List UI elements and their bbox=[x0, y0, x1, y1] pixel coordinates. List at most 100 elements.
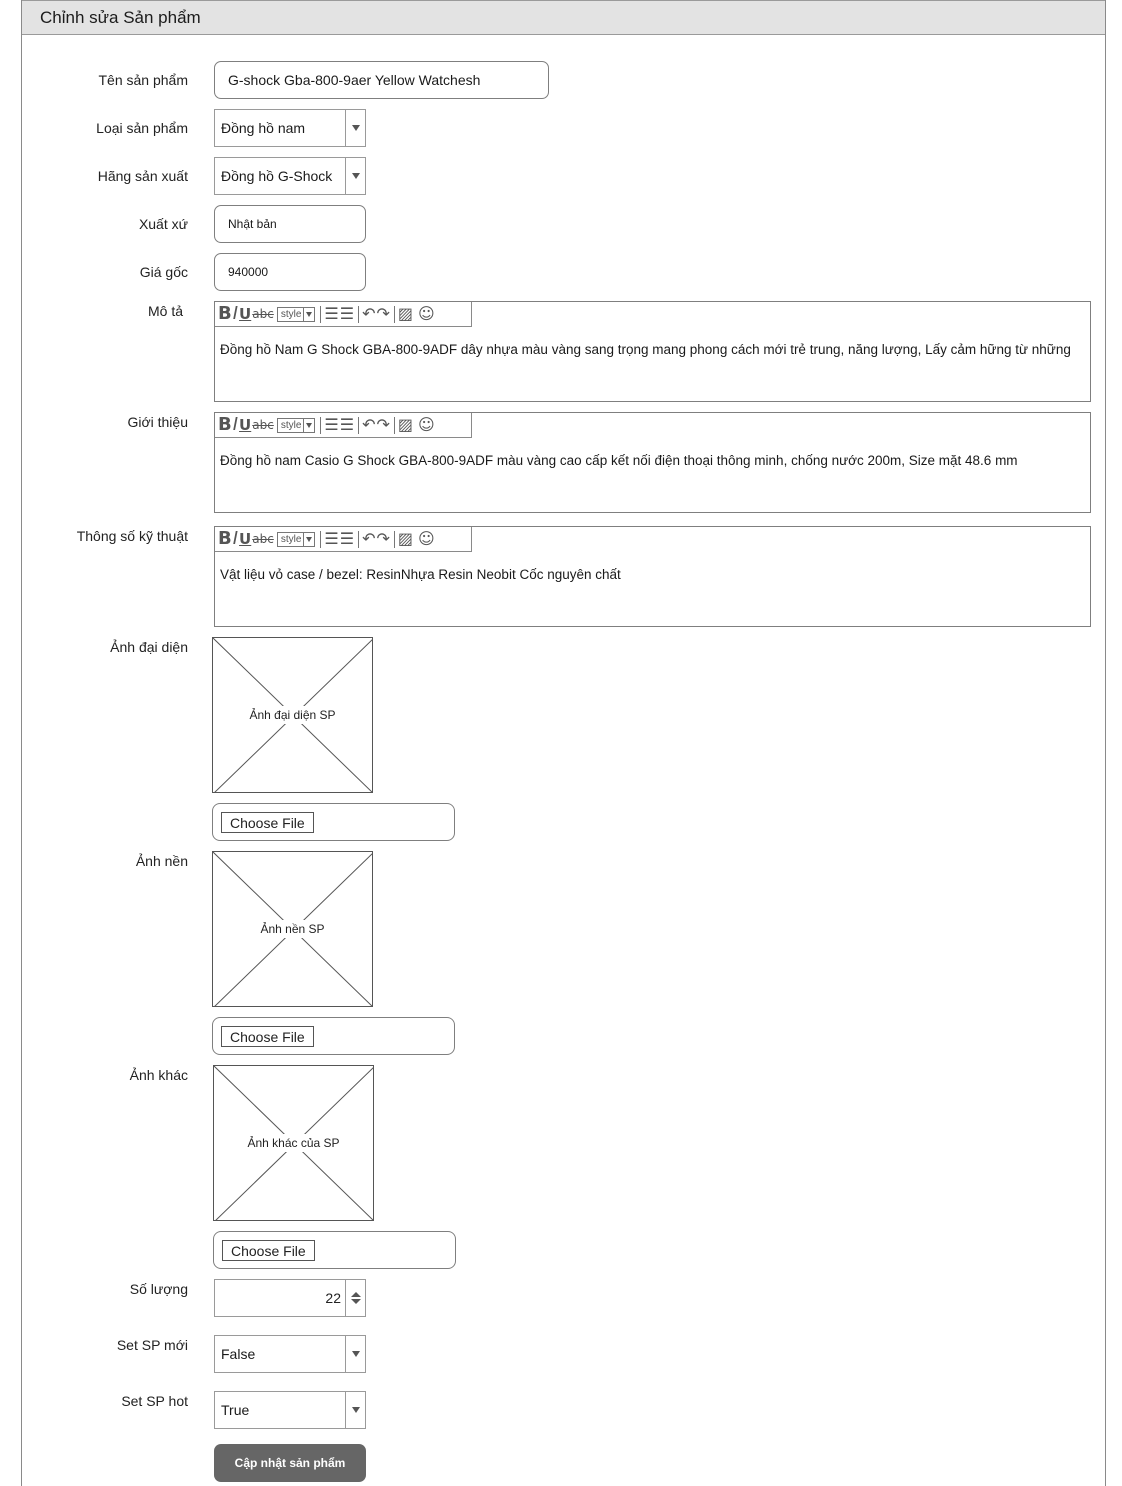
strikethrough-button[interactable]: abc bbox=[252, 533, 274, 545]
gia-goc-input[interactable]: 940000 bbox=[214, 253, 366, 291]
toolbar-separator bbox=[393, 305, 395, 323]
bullet-list-icon[interactable]: ☰ bbox=[324, 306, 338, 322]
set-sp-moi-select[interactable]: False bbox=[214, 1335, 366, 1373]
style-dropdown[interactable]: style bbox=[276, 306, 316, 322]
bullet-list-icon[interactable]: ☰ bbox=[324, 417, 338, 433]
bold-button[interactable]: B bbox=[218, 530, 232, 548]
thong-so-label: Thông số kỹ thuật bbox=[76, 528, 188, 544]
anh-dai-dien-label: Ảnh đại diện bbox=[110, 639, 188, 655]
insert-image-icon[interactable]: ▨ bbox=[398, 306, 413, 322]
italic-button[interactable]: I bbox=[233, 530, 238, 548]
xuat-xu-input[interactable]: Nhật bản bbox=[214, 205, 366, 243]
spinner-icon[interactable] bbox=[345, 1280, 365, 1316]
mo-ta-content[interactable]: Đồng hồ Nam G Shock GBA-800-9ADF dây nhự… bbox=[220, 342, 1085, 357]
set-sp-hot-label: Set SP hot bbox=[121, 1393, 188, 1409]
loai-san-pham-select[interactable]: Đồng hồ nam bbox=[214, 109, 366, 147]
ten-san-pham-input[interactable]: G-shock Gba-800-9aer Yellow Watchesh bbox=[214, 61, 549, 99]
emoji-icon[interactable]: ☺ bbox=[418, 531, 435, 547]
chevron-down-icon[interactable] bbox=[345, 1392, 365, 1428]
mo-ta-editor[interactable]: B I U abc style ☰ ☰ ↶ ↷ ▨ ☺ Đồng hồ Nam … bbox=[214, 301, 1091, 402]
gioi-thieu-content[interactable]: Đồng hồ nam Casio G Shock GBA-800-9ADF m… bbox=[220, 453, 1085, 468]
anh-dai-dien-image: Ảnh đại diện SP bbox=[212, 637, 373, 793]
style-dropdown-label: style bbox=[280, 533, 302, 545]
toolbar-separator bbox=[320, 530, 322, 548]
emoji-icon[interactable]: ☺ bbox=[418, 306, 435, 322]
emoji-icon[interactable]: ☺ bbox=[418, 417, 435, 433]
update-product-button[interactable]: Cập nhật sản phẩm bbox=[214, 1444, 366, 1482]
underline-button[interactable]: U bbox=[239, 531, 251, 547]
quantity-value[interactable]: 22 bbox=[325, 1280, 341, 1316]
set-sp-moi-label: Set SP mới bbox=[116, 1337, 188, 1353]
gioi-thieu-label: Giới thiệu bbox=[127, 414, 188, 430]
style-dropdown[interactable]: style bbox=[276, 531, 316, 547]
toolbar-separator bbox=[393, 530, 395, 548]
chevron-down-icon[interactable] bbox=[345, 110, 365, 146]
gia-goc-label: Giá gốc bbox=[139, 264, 188, 280]
chevron-down-icon bbox=[303, 307, 314, 321]
chevron-down-icon bbox=[303, 532, 314, 546]
strikethrough-button[interactable]: abc bbox=[252, 308, 274, 320]
italic-button[interactable]: I bbox=[233, 305, 238, 323]
mo-ta-label: Mô tả bbox=[147, 303, 183, 319]
editor-toolbar: B I U abc style ☰ ☰ ↶ ↷ ▨ ☺ bbox=[215, 302, 472, 327]
strikethrough-button[interactable]: abc bbox=[252, 419, 274, 431]
numbered-list-icon[interactable]: ☰ bbox=[340, 531, 354, 547]
chevron-down-icon[interactable] bbox=[345, 158, 365, 194]
anh-khac-image: Ảnh khác của SP bbox=[213, 1065, 374, 1221]
toolbar-separator bbox=[320, 305, 322, 323]
hang-san-xuat-select[interactable]: Đồng hồ G-Shock bbox=[214, 157, 366, 195]
numbered-list-icon[interactable]: ☰ bbox=[340, 306, 354, 322]
toolbar-separator bbox=[358, 416, 360, 434]
anh-khac-label: Ảnh khác bbox=[129, 1067, 188, 1083]
italic-button[interactable]: I bbox=[233, 416, 238, 434]
redo-icon[interactable]: ↷ bbox=[376, 531, 389, 547]
editor-toolbar: B I U abc style ☰ ☰ ↶ ↷ ▨ ☺ bbox=[215, 527, 472, 552]
gioi-thieu-editor[interactable]: B I U abc style ☰ ☰ ↶ ↷ ▨ ☺ Đồng hồ nam … bbox=[214, 412, 1091, 513]
anh-khac-caption: Ảnh khác của SP bbox=[244, 1134, 343, 1152]
redo-icon[interactable]: ↷ bbox=[376, 417, 389, 433]
hang-san-xuat-value: Đồng hồ G-Shock bbox=[221, 168, 333, 184]
numbered-list-icon[interactable]: ☰ bbox=[340, 417, 354, 433]
insert-image-icon[interactable]: ▨ bbox=[398, 531, 413, 547]
set-sp-moi-value: False bbox=[221, 1346, 256, 1362]
bullet-list-icon[interactable]: ☰ bbox=[324, 531, 338, 547]
ten-san-pham-label: Tên sản phẩm bbox=[98, 72, 189, 88]
anh-nen-image: Ảnh nền SP bbox=[212, 851, 373, 1007]
loai-san-pham-label: Loại sản phẩm bbox=[96, 120, 188, 136]
chevron-down-icon bbox=[303, 418, 314, 432]
editor-toolbar: B I U abc style ☰ ☰ ↶ ↷ ▨ ☺ bbox=[215, 413, 472, 438]
underline-button[interactable]: U bbox=[239, 417, 251, 433]
loai-san-pham-value: Đồng hồ nam bbox=[221, 120, 306, 136]
toolbar-separator bbox=[358, 530, 360, 548]
quantity-stepper[interactable]: 22 bbox=[214, 1279, 366, 1317]
bold-button[interactable]: B bbox=[218, 305, 232, 323]
toolbar-separator bbox=[320, 416, 322, 434]
set-sp-hot-select[interactable]: True bbox=[214, 1391, 366, 1429]
page-title: Chỉnh sửa Sản phẩm bbox=[22, 0, 1105, 35]
choose-file-button[interactable]: Choose File bbox=[222, 1240, 315, 1261]
bold-button[interactable]: B bbox=[218, 416, 232, 434]
choose-file-button[interactable]: Choose File bbox=[221, 1026, 314, 1047]
undo-icon[interactable]: ↶ bbox=[362, 531, 375, 547]
chevron-down-icon[interactable] bbox=[345, 1336, 365, 1372]
undo-icon[interactable]: ↶ bbox=[362, 417, 375, 433]
set-sp-hot-value: True bbox=[221, 1402, 250, 1418]
insert-image-icon[interactable]: ▨ bbox=[398, 417, 413, 433]
redo-icon[interactable]: ↷ bbox=[376, 306, 389, 322]
thong-so-editor[interactable]: B I U abc style ☰ ☰ ↶ ↷ ▨ ☺ Vật liệu vỏ … bbox=[214, 526, 1091, 627]
anh-khac-file-input[interactable]: Choose File bbox=[213, 1231, 456, 1269]
style-dropdown[interactable]: style bbox=[276, 417, 316, 433]
hang-san-xuat-label: Hãng sản xuất bbox=[97, 168, 188, 184]
underline-button[interactable]: U bbox=[239, 306, 251, 322]
choose-file-button[interactable]: Choose File bbox=[221, 812, 314, 833]
anh-nen-caption: Ảnh nền SP bbox=[257, 920, 328, 938]
undo-icon[interactable]: ↶ bbox=[362, 306, 375, 322]
anh-nen-file-input[interactable]: Choose File bbox=[212, 1017, 455, 1055]
toolbar-separator bbox=[358, 305, 360, 323]
style-dropdown-label: style bbox=[280, 308, 302, 320]
toolbar-separator bbox=[393, 416, 395, 434]
style-dropdown-label: style bbox=[280, 419, 302, 431]
thong-so-content[interactable]: Vật liệu vỏ case / bezel: ResinNhựa Resi… bbox=[220, 567, 1085, 582]
anh-dai-dien-file-input[interactable]: Choose File bbox=[212, 803, 455, 841]
so-luong-label: Số lượng bbox=[129, 1281, 188, 1297]
